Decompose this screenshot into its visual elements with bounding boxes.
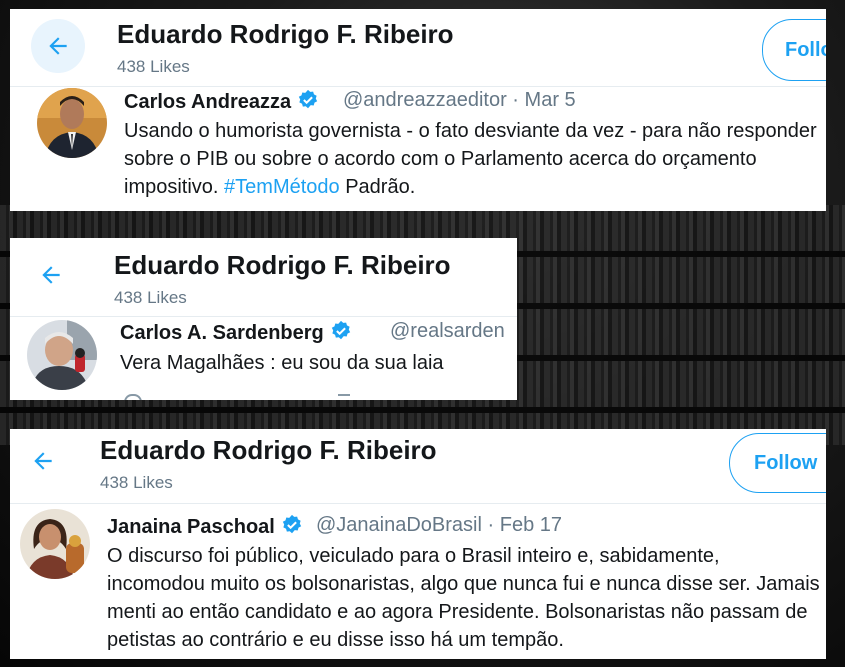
back-button[interactable] [31, 19, 85, 73]
author-name[interactable]: Carlos Andreazza [124, 89, 319, 114]
avatar-sardenberg[interactable] [27, 320, 97, 390]
profile-name: Eduardo Rodrigo F. Ribeiro [114, 250, 451, 280]
tweet-date[interactable]: Mar 5 [525, 89, 576, 111]
author-handle[interactable]: @andreazzaeditor [343, 89, 507, 111]
likes-count: 438 Likes [100, 473, 173, 492]
likes-count: 438 Likes [114, 288, 187, 307]
tweet-actions-partial [120, 394, 420, 400]
tweet-text: Vera Magalhães : eu sou da sua laia [120, 352, 444, 374]
avatar-paschoal[interactable] [20, 509, 90, 579]
author-name[interactable]: Carlos A. Sardenberg [120, 320, 352, 345]
tweet-text: Usando o humorista governista - o fato d… [124, 120, 817, 198]
tweet-meta: @JanainaDoBrasil · Feb 17 [316, 514, 562, 537]
divider [10, 86, 826, 87]
author-handle[interactable]: @JanainaDoBrasil [316, 514, 482, 536]
separator-dot: · [512, 89, 519, 111]
hashtag-link[interactable]: #TemMétodo [224, 176, 340, 198]
screenshot-panel-andreazza: Eduardo Rodrigo F. Ribeiro 438 Likes Fol… [10, 9, 826, 211]
separator-dot: · [487, 514, 495, 536]
profile-name: Eduardo Rodrigo F. Ribeiro [100, 435, 437, 465]
back-arrow-icon [42, 266, 60, 284]
divider [10, 316, 517, 317]
divider [10, 503, 826, 504]
tweet-text: O discurso foi público, veiculado para o… [107, 545, 820, 651]
author-name[interactable]: Janaina Paschoal [107, 514, 303, 539]
back-button[interactable] [24, 248, 78, 302]
follow-button[interactable]: Follow [729, 433, 826, 493]
verified-badge-icon [331, 320, 350, 340]
screenshot-panel-paschoal: Eduardo Rodrigo F. Ribeiro 438 Likes Fol… [10, 429, 826, 659]
back-button[interactable] [16, 434, 70, 488]
author-handle[interactable]: @realsarden [390, 320, 505, 343]
tweet-meta: @andreazzaeditor · Mar 5 [343, 89, 576, 112]
back-arrow-icon [49, 37, 67, 55]
verified-badge-icon [282, 514, 302, 534]
screenshot-panel-sardenberg: Eduardo Rodrigo F. Ribeiro 438 Likes Car… [10, 238, 517, 400]
profile-name: Eduardo Rodrigo F. Ribeiro [117, 19, 454, 49]
tweet-date[interactable]: Feb 17 [500, 514, 562, 536]
back-arrow-icon [34, 452, 52, 470]
likes-count: 438 Likes [117, 57, 190, 76]
follow-button[interactable]: Follow [762, 19, 826, 81]
verified-badge-icon [298, 89, 318, 109]
avatar-andreazza[interactable] [37, 88, 107, 158]
